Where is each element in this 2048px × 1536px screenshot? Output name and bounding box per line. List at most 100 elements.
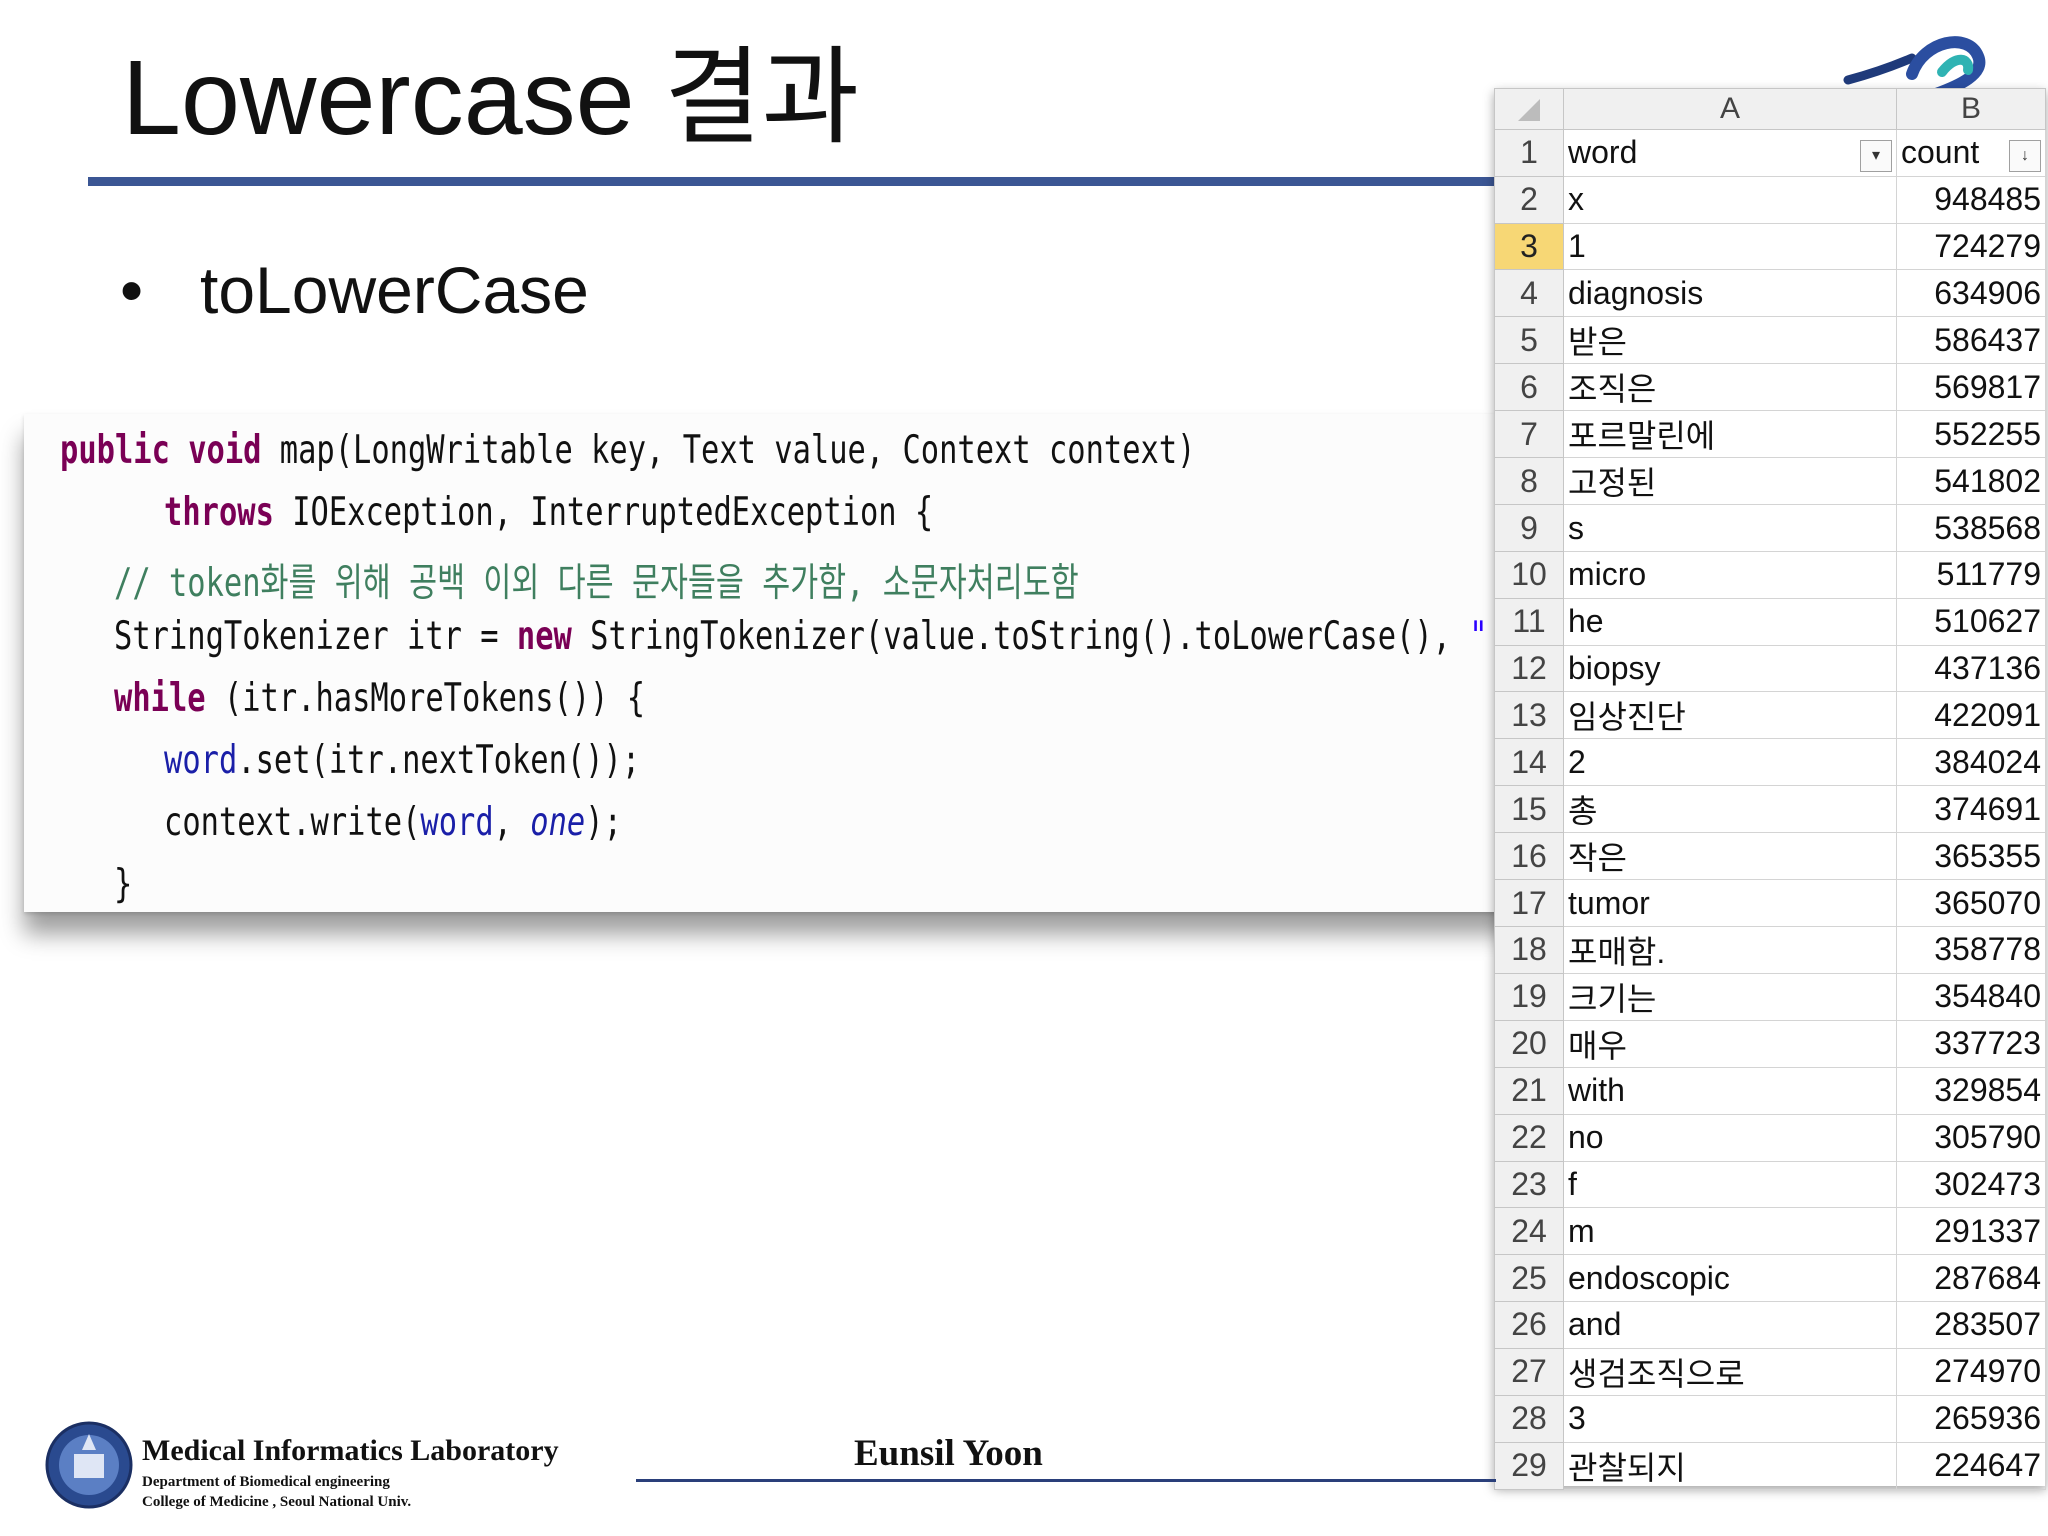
cell-count[interactable]: 384024 — [1896, 738, 2046, 787]
row-header[interactable]: 13 — [1494, 691, 1564, 740]
cell-count[interactable]: 329854 — [1896, 1066, 2046, 1115]
cell-count[interactable]: 586437 — [1896, 316, 2046, 365]
cell-word[interactable]: 생검조직으로 — [1563, 1347, 1897, 1396]
select-all-corner[interactable] — [1494, 88, 1564, 130]
cell-count[interactable]: 354840 — [1896, 972, 2046, 1021]
cell-count[interactable]: 724279 — [1896, 222, 2046, 271]
row-header[interactable]: 11 — [1494, 597, 1564, 646]
cell-word[interactable]: he — [1563, 597, 1897, 646]
column-header-b[interactable]: B — [1896, 88, 2046, 130]
sort-filter-icon[interactable]: ↓ — [2009, 139, 2041, 172]
cell-word[interactable]: m — [1563, 1207, 1897, 1256]
cell-word[interactable]: 고정된 — [1563, 457, 1897, 506]
cell-word[interactable]: no — [1563, 1113, 1897, 1162]
cell-count[interactable]: 291337 — [1896, 1207, 2046, 1256]
cell-word[interactable]: diagnosis — [1563, 269, 1897, 318]
row-header[interactable]: 27 — [1494, 1347, 1564, 1396]
college-name: College of Medicine , Seoul National Uni… — [142, 1494, 412, 1510]
code-text: map(LongWritable key, Text value, Contex… — [261, 428, 1196, 473]
row-header[interactable]: 18 — [1494, 925, 1564, 974]
row-header[interactable]: 9 — [1494, 504, 1564, 552]
cell-count[interactable]: 274970 — [1896, 1347, 2046, 1396]
cell-word[interactable]: and — [1563, 1300, 1897, 1349]
cell-word[interactable]: tumor — [1563, 879, 1897, 927]
cell-word[interactable]: 1 — [1563, 222, 1897, 271]
cell-word[interactable]: 크기는 — [1563, 972, 1897, 1021]
cell-word[interactable]: f — [1563, 1160, 1897, 1209]
cell-count[interactable]: 302473 — [1896, 1160, 2046, 1209]
cell-count[interactable]: 224647 — [1896, 1441, 2046, 1490]
row-header[interactable]: 20 — [1494, 1019, 1564, 1068]
cell-count[interactable]: 365355 — [1896, 832, 2046, 881]
cell-count[interactable]: 358778 — [1896, 925, 2046, 974]
cell-word[interactable]: 매우 — [1563, 1019, 1897, 1068]
row-header[interactable]: 14 — [1494, 738, 1564, 787]
cell-count[interactable]: 422091 — [1896, 691, 2046, 740]
row-header[interactable]: 26 — [1494, 1300, 1564, 1349]
row-header[interactable]: 21 — [1494, 1066, 1564, 1115]
filter-dropdown-icon[interactable]: ▾ — [1860, 139, 1892, 172]
cell-word[interactable]: with — [1563, 1066, 1897, 1115]
row-header[interactable]: 29 — [1494, 1441, 1564, 1490]
cell-count[interactable]: 538568 — [1896, 504, 2046, 552]
row-header[interactable]: 5 — [1494, 316, 1564, 365]
row-header[interactable]: 17 — [1494, 879, 1564, 927]
cell-word[interactable]: 포르말린에 — [1563, 410, 1897, 459]
cell-word[interactable]: 포매함. — [1563, 925, 1897, 974]
header-cell-word[interactable]: word ▾ — [1563, 129, 1897, 177]
corner-triangle-icon — [1518, 99, 1540, 121]
cell-count[interactable]: 510627 — [1896, 597, 2046, 646]
cell-count[interactable]: 337723 — [1896, 1019, 2046, 1068]
cell-word[interactable]: endoscopic — [1563, 1254, 1897, 1302]
row-header[interactable]: 12 — [1494, 644, 1564, 693]
row-header[interactable]: 25 — [1494, 1254, 1564, 1302]
cell-count[interactable]: 283507 — [1896, 1300, 2046, 1349]
row-header[interactable]: 16 — [1494, 832, 1564, 881]
row-header[interactable]: 28 — [1494, 1394, 1564, 1443]
cell-count[interactable]: 541802 — [1896, 457, 2046, 506]
cell-word[interactable]: biopsy — [1563, 644, 1897, 693]
cell-count[interactable]: 511779 — [1896, 550, 2046, 599]
row-header[interactable]: 2 — [1494, 175, 1564, 224]
cell-word[interactable]: 총 — [1563, 785, 1897, 834]
cell-word[interactable]: s — [1563, 504, 1897, 552]
row-header[interactable]: 8 — [1494, 457, 1564, 506]
row-header[interactable]: 23 — [1494, 1160, 1564, 1209]
cell-count[interactable]: 287684 — [1896, 1254, 2046, 1302]
row-header[interactable]: 3 — [1494, 222, 1564, 271]
cell-word[interactable]: 임상진단 — [1563, 691, 1897, 740]
cell-count[interactable]: 365070 — [1896, 879, 2046, 927]
code-line-5: while (itr.hasMoreTokens()) { — [114, 676, 645, 721]
cell-word[interactable]: 조직은 — [1563, 363, 1897, 412]
cell-count[interactable]: 437136 — [1896, 644, 2046, 693]
cell-count[interactable]: 634906 — [1896, 269, 2046, 318]
row-header[interactable]: 10 — [1494, 550, 1564, 599]
cell-word[interactable]: micro — [1563, 550, 1897, 599]
row-header[interactable]: 22 — [1494, 1113, 1564, 1162]
table-row: 4 diagnosis 634906 — [1494, 269, 2046, 318]
row-header[interactable]: 6 — [1494, 363, 1564, 412]
row-header[interactable]: 4 — [1494, 269, 1564, 318]
row-header[interactable]: 7 — [1494, 410, 1564, 459]
cell-word[interactable]: 관찰되지 — [1563, 1441, 1897, 1490]
cell-count[interactable]: 265936 — [1896, 1394, 2046, 1443]
cell-word[interactable]: 2 — [1563, 738, 1897, 787]
table-row: 19 크기는 354840 — [1494, 972, 2046, 1021]
cell-count[interactable]: 552255 — [1896, 410, 2046, 459]
row-header[interactable]: 24 — [1494, 1207, 1564, 1256]
spreadsheet-grid: A B 1 word ▾ count ↓ 2 x 948485 3 1 724279 4 diag… — [1494, 88, 2046, 1490]
header-cell-count[interactable]: count ↓ — [1896, 129, 2046, 177]
row-header[interactable]: 19 — [1494, 972, 1564, 1021]
column-header-a[interactable]: A — [1563, 88, 1897, 130]
row-header[interactable]: 15 — [1494, 785, 1564, 834]
cell-word[interactable]: 받은 — [1563, 316, 1897, 365]
row-header[interactable]: 1 — [1494, 129, 1564, 177]
cell-word[interactable]: x — [1563, 175, 1897, 224]
cell-word[interactable]: 작은 — [1563, 832, 1897, 881]
cell-word[interactable]: 3 — [1563, 1394, 1897, 1443]
code-text: StringTokenizer itr = — [114, 614, 517, 659]
cell-count[interactable]: 948485 — [1896, 175, 2046, 224]
cell-count[interactable]: 569817 — [1896, 363, 2046, 412]
cell-count[interactable]: 305790 — [1896, 1113, 2046, 1162]
cell-count[interactable]: 374691 — [1896, 785, 2046, 834]
